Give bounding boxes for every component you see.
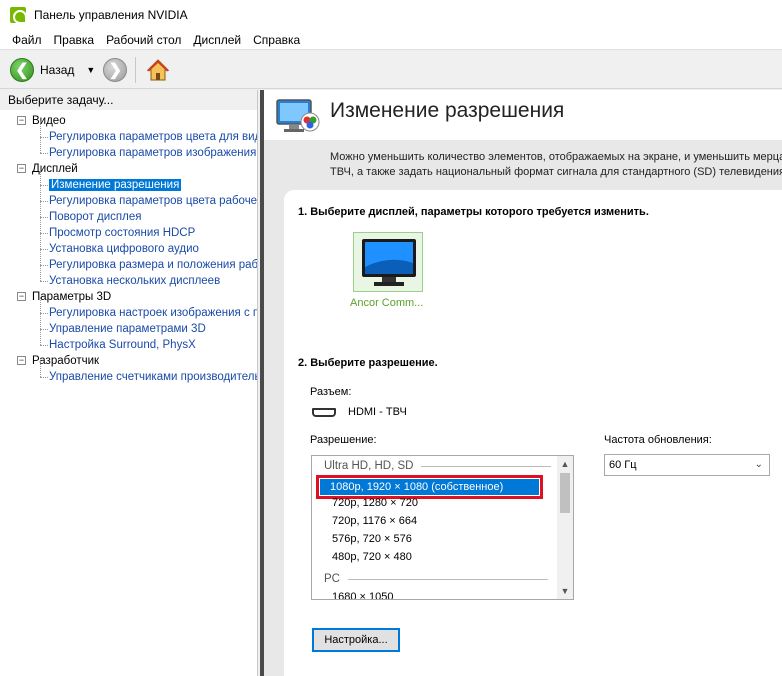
tree-item-perf-counters[interactable]: Управление счетчиками производителы xyxy=(0,361,257,385)
task-tree: − Видео Регулировка параметров цвета для… xyxy=(0,110,257,385)
menu-help[interactable]: Справка xyxy=(247,33,306,47)
tree-item-change-resolution[interactable]: Изменение разрешения xyxy=(0,169,257,193)
window-title: Панель управления NVIDIA xyxy=(34,8,188,22)
display-tile[interactable] xyxy=(353,232,423,292)
step2-heading: 2. Выберите разрешение. xyxy=(298,357,438,369)
resolution-option-576p[interactable]: 576p, 720 × 576 xyxy=(332,533,412,545)
refresh-rate-select[interactable]: 60 Гц ⌄ xyxy=(604,454,770,476)
tree-item-desktop-size[interactable]: Регулировка размера и положения рабо xyxy=(0,249,257,273)
tree-category-video[interactable]: − Видео xyxy=(0,113,257,129)
forward-arrow-icon[interactable]: ❯ xyxy=(103,57,128,82)
tree-item-3d-image-settings[interactable]: Регулировка настроек изображения с пр xyxy=(0,297,257,321)
resolution-option-720p-1280[interactable]: 720p, 1280 × 720 xyxy=(332,497,418,509)
tree-category-display[interactable]: − Дисплей xyxy=(0,161,257,177)
resolution-group-pc: PC xyxy=(324,573,548,585)
menu-bar: Файл Правка Рабочий стол Дисплей Справка xyxy=(0,30,782,50)
nvidia-logo-icon xyxy=(10,7,27,24)
resolution-list[interactable]: Ultra HD, HD, SD 1080p, 1920 × 1080 (соб… xyxy=(311,455,574,600)
monitor-icon xyxy=(362,239,416,286)
resolution-option-1080p[interactable]: 1080p, 1920 × 1080 (собственное) xyxy=(316,475,543,499)
tree-item-desktop-color[interactable]: Регулировка параметров цвета рабочег xyxy=(0,185,257,209)
refresh-rate-label: Частота обновления: xyxy=(604,434,712,446)
hdmi-icon xyxy=(312,408,336,417)
menu-file[interactable]: Файл xyxy=(6,33,48,47)
resolution-option-720p-1176[interactable]: 720p, 1176 × 664 xyxy=(332,515,417,527)
resolution-option-480p[interactable]: 480p, 720 × 480 xyxy=(332,551,412,563)
menu-desktop[interactable]: Рабочий стол xyxy=(100,33,187,47)
tree-item-rotate-display[interactable]: Поворот дисплея xyxy=(0,201,257,225)
tree-category-3d[interactable]: − Параметры 3D xyxy=(0,289,257,305)
title-bar: Панель управления NVIDIA xyxy=(0,0,782,30)
display-settings-icon xyxy=(276,98,320,134)
scroll-down-icon[interactable]: ▼ xyxy=(557,583,573,599)
history-dropdown-icon[interactable]: ▼ xyxy=(86,65,95,75)
menu-display[interactable]: Дисплей xyxy=(187,33,247,47)
page-header: Изменение разрешения xyxy=(264,90,782,140)
home-icon[interactable] xyxy=(146,58,170,82)
connector-label: Разъем: xyxy=(310,386,352,398)
collapse-icon[interactable]: − xyxy=(17,116,26,125)
tree-item-video-image[interactable]: Регулировка параметров изображения д xyxy=(0,137,257,161)
collapse-icon[interactable]: − xyxy=(17,292,26,301)
content-panel: 1. Выберите дисплей, параметры которого … xyxy=(284,190,782,676)
page-title: Изменение разрешения xyxy=(330,99,565,122)
tree-item-hdcp-status[interactable]: Просмотр состояния HDCP xyxy=(0,217,257,241)
toolbar: ❮ Назад ▼ ❯ xyxy=(0,51,782,89)
back-arrow-icon[interactable]: ❮ xyxy=(10,57,34,82)
tree-item-video-color[interactable]: Регулировка параметров цвета для вид xyxy=(0,121,257,145)
task-sidebar: Выберите задачу... − Видео Регулировка п… xyxy=(0,90,258,676)
resolution-list-scrollbar[interactable]: ▲ ▼ xyxy=(557,456,573,599)
page-description: Можно уменьшить количество элементов, от… xyxy=(330,151,782,178)
tree-item-digital-audio[interactable]: Установка цифрового аудио xyxy=(0,233,257,257)
tree-category-developer[interactable]: − Разработчик xyxy=(0,353,257,369)
tree-item-surround-physx[interactable]: Настройка Surround, PhysX xyxy=(0,329,257,353)
collapse-icon[interactable]: − xyxy=(17,164,26,173)
resolution-label: Разрешение: xyxy=(310,434,377,446)
step1-heading: 1. Выберите дисплей, параметры которого … xyxy=(298,206,649,218)
display-name[interactable]: Ancor Comm... xyxy=(350,297,423,309)
settings-button[interactable]: Настройка... xyxy=(312,628,400,652)
task-header: Выберите задачу... xyxy=(0,90,257,110)
resolution-group-hd: Ultra HD, HD, SD xyxy=(324,460,552,472)
connector-value: HDMI - ТВЧ xyxy=(348,406,407,418)
scroll-up-icon[interactable]: ▲ xyxy=(557,456,573,472)
chevron-down-icon: ⌄ xyxy=(754,459,763,470)
main-pane: Изменение разрешения Можно уменьшить кол… xyxy=(260,90,782,676)
collapse-icon[interactable]: − xyxy=(17,356,26,365)
menu-edit[interactable]: Правка xyxy=(48,33,101,47)
tree-item-manage-3d[interactable]: Управление параметрами 3D xyxy=(0,313,257,337)
scroll-thumb[interactable] xyxy=(560,473,570,513)
tree-item-multiple-displays[interactable]: Установка нескольких дисплеев xyxy=(0,265,257,289)
toolbar-separator xyxy=(135,56,137,83)
back-button-label[interactable]: Назад xyxy=(40,63,74,77)
resolution-option-1680[interactable]: 1680 × 1050 xyxy=(332,591,393,599)
